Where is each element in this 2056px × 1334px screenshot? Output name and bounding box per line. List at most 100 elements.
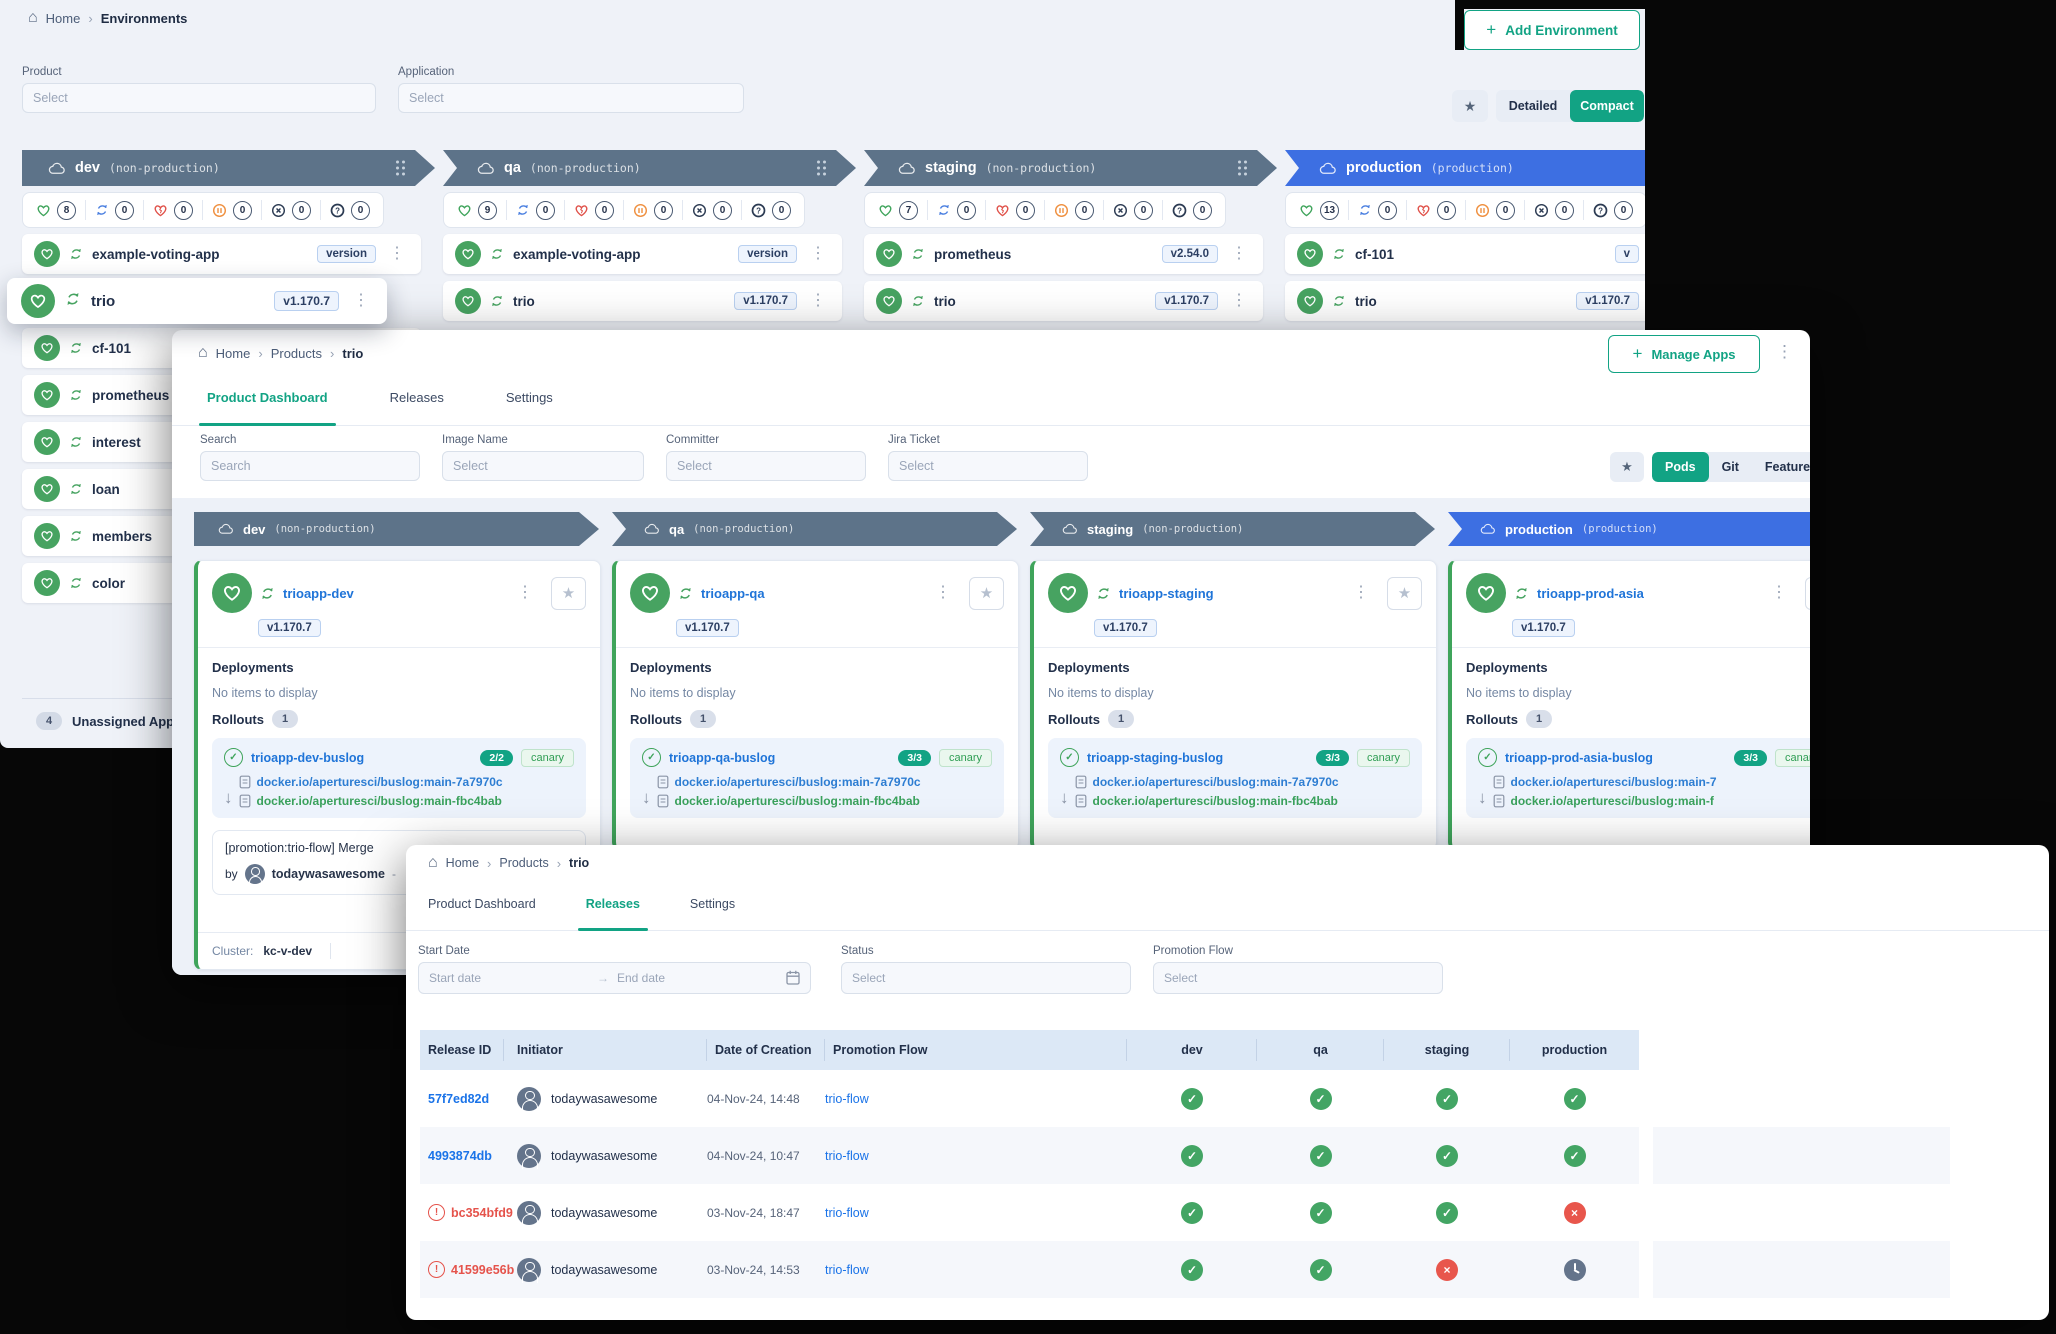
status-chip-suspended[interactable]: 0 xyxy=(623,200,682,220)
image-ref[interactable]: docker.io/aperturesci/buslog:main-7a7970… xyxy=(257,775,503,789)
home-icon[interactable]: ⌂ xyxy=(198,345,208,361)
version-badge[interactable]: v1.170.7 xyxy=(676,619,739,637)
breadcrumb-home[interactable]: Home xyxy=(446,856,479,870)
status-chip-suspended[interactable]: 0 xyxy=(1044,200,1103,220)
version-badge[interactable]: v1.170.7 xyxy=(1576,292,1639,310)
status-success-icon[interactable]: ✓ xyxy=(1564,1145,1586,1167)
status-chip-degraded[interactable]: 0 xyxy=(985,200,1044,220)
version-badge[interactable]: v xyxy=(1615,245,1639,263)
app-row-cf-101[interactable]: cf-101 v ⋮ xyxy=(1285,234,1645,274)
home-icon[interactable]: ⌂ xyxy=(28,10,38,26)
dragged-app-row[interactable]: trio v1.170.7 ⋮ xyxy=(7,278,387,324)
env-header-staging[interactable]: staging (non-production) xyxy=(1030,512,1435,546)
tab-product-dashboard[interactable]: Product Dashboard xyxy=(428,897,536,930)
kebab-menu-icon[interactable]: ⋮ xyxy=(931,585,955,601)
env-header-dev[interactable]: dev (non-production) xyxy=(194,512,599,546)
kebab-menu-icon[interactable]: ⋮ xyxy=(513,585,537,601)
kebab-menu-icon[interactable]: ⋮ xyxy=(1227,293,1251,309)
view-pods-option[interactable]: Pods xyxy=(1652,452,1709,482)
env-header-staging[interactable]: staging (non-production) xyxy=(864,150,1277,186)
col-initiator[interactable]: Initiator xyxy=(504,1030,707,1070)
status-chip-syncing[interactable]: 0 xyxy=(506,200,564,220)
status-chip-syncing[interactable]: 0 xyxy=(1348,200,1406,220)
promotion-flow-link[interactable]: trio-flow xyxy=(825,1206,1127,1220)
version-badge[interactable]: v1.170.7 xyxy=(274,291,339,311)
table-row[interactable]: ! 41599e56b todaywasawesome 03-Nov-24, 1… xyxy=(420,1241,1950,1298)
drag-handle-icon[interactable] xyxy=(1238,167,1241,170)
breadcrumb-products[interactable]: Products xyxy=(271,346,322,361)
status-chip-failed[interactable]: 0 xyxy=(1524,200,1583,220)
status-chip-syncing[interactable]: 0 xyxy=(927,200,985,220)
tab-releases[interactable]: Releases xyxy=(390,390,444,425)
status-success-icon[interactable]: ✓ xyxy=(1181,1088,1203,1110)
status-pending-icon[interactable] xyxy=(1564,1259,1586,1281)
status-success-icon[interactable]: ✓ xyxy=(1436,1202,1458,1224)
breadcrumb-products[interactable]: Products xyxy=(499,856,548,870)
status-failed-icon[interactable]: × xyxy=(1564,1202,1586,1224)
status-success-icon[interactable]: ✓ xyxy=(1181,1259,1203,1281)
manage-apps-button[interactable]: + Manage Apps xyxy=(1608,335,1760,373)
app-row-trio[interactable]: trio v1.170.7 ⋮ xyxy=(1285,281,1645,321)
status-chip-degraded[interactable]: 0 xyxy=(143,200,202,220)
favorites-star-button[interactable]: ★ xyxy=(1610,452,1644,482)
version-badge[interactable]: v2.54.0 xyxy=(1162,245,1218,263)
status-chip-healthy[interactable]: 7 xyxy=(869,200,927,220)
tab-product-dashboard[interactable]: Product Dashboard xyxy=(207,390,328,425)
image-ref[interactable]: docker.io/aperturesci/buslog:main-f xyxy=(1511,794,1714,808)
favorites-star-button[interactable]: ★ xyxy=(1452,90,1488,122)
app-row-trio[interactable]: trio v1.170.7 ⋮ xyxy=(864,281,1263,321)
breadcrumb-home[interactable]: Home xyxy=(46,11,81,26)
col-date-of-creation[interactable]: Date of Creation xyxy=(707,1030,825,1070)
drag-handle-icon[interactable] xyxy=(396,167,399,170)
view-compact-option[interactable]: Compact xyxy=(1570,90,1644,122)
status-success-icon[interactable]: ✓ xyxy=(1181,1145,1203,1167)
table-row[interactable]: ! bc354bfd9 todaywasawesome 03-Nov-24, 1… xyxy=(420,1184,1950,1241)
env-header-production[interactable]: production (production) xyxy=(1285,150,1645,186)
app-row-prometheus[interactable]: prometheus v2.54.0 ⋮ xyxy=(864,234,1263,274)
status-success-icon[interactable]: ✓ xyxy=(1310,1202,1332,1224)
app-row-trio[interactable]: trio v1.170.7 ⋮ xyxy=(443,281,842,321)
star-button[interactable]: ★ xyxy=(1805,577,1810,610)
version-badge[interactable]: v1.170.7 xyxy=(258,619,321,637)
tab-releases[interactable]: Releases xyxy=(586,897,640,930)
col-dev[interactable]: dev xyxy=(1127,1030,1257,1070)
app-link[interactable]: trioapp-qa xyxy=(701,586,765,601)
status-success-icon[interactable]: ✓ xyxy=(1181,1202,1203,1224)
release-id-link[interactable]: ! 41599e56b xyxy=(420,1261,504,1278)
kebab-menu-icon[interactable]: ⋮ xyxy=(806,293,830,309)
status-chip-unknown[interactable]: ?0 xyxy=(320,200,379,220)
version-badge[interactable]: version xyxy=(317,245,376,263)
version-badge[interactable]: v1.170.7 xyxy=(1155,292,1218,310)
env-header-dev[interactable]: dev (non-production) xyxy=(22,150,435,186)
image-ref[interactable]: docker.io/aperturesci/buslog:main-7a7970… xyxy=(675,775,921,789)
drag-handle-icon[interactable] xyxy=(817,167,820,170)
release-id-link[interactable]: ! bc354bfd9 xyxy=(420,1204,504,1221)
col-production[interactable]: production xyxy=(1510,1030,1639,1070)
status-chip-degraded[interactable]: 0 xyxy=(564,200,623,220)
promotion-flow-link[interactable]: trio-flow xyxy=(825,1149,1127,1163)
kebab-menu-icon[interactable]: ⋮ xyxy=(1767,585,1791,601)
tab-settings[interactable]: Settings xyxy=(506,390,553,425)
app-row-example-voting-app[interactable]: example-voting-app version ⋮ xyxy=(443,234,842,274)
status-success-icon[interactable]: ✓ xyxy=(1436,1145,1458,1167)
rollout-link[interactable]: trioapp-prod-asia-buslog xyxy=(1505,751,1653,765)
image-name-select[interactable]: Select xyxy=(442,451,644,481)
status-success-icon[interactable]: ✓ xyxy=(1310,1088,1332,1110)
col-qa[interactable]: qa xyxy=(1257,1030,1384,1070)
version-badge[interactable]: v1.170.7 xyxy=(1094,619,1157,637)
kebab-menu-icon[interactable]: ⋮ xyxy=(385,246,409,262)
table-row[interactable]: 4993874db todaywasawesome 04-Nov-24, 10:… xyxy=(420,1127,1950,1184)
promotion-flow-select[interactable]: Select xyxy=(1153,962,1443,994)
release-id-link[interactable]: 57f7ed82d xyxy=(420,1092,504,1106)
env-header-qa[interactable]: qa (non-production) xyxy=(443,150,856,186)
status-chip-healthy[interactable]: 9 xyxy=(448,200,506,220)
status-chip-unknown[interactable]: ?0 xyxy=(1162,200,1221,220)
kebab-menu-icon[interactable]: ⋮ xyxy=(1227,246,1251,262)
status-chip-syncing[interactable]: 0 xyxy=(85,200,143,220)
status-chip-degraded[interactable]: 0 xyxy=(1406,200,1465,220)
view-git-option[interactable]: Git xyxy=(1709,452,1752,482)
image-ref[interactable]: docker.io/aperturesci/buslog:main-fbc4ba… xyxy=(257,794,502,808)
add-environment-button[interactable]: + Add Environment xyxy=(1464,10,1640,50)
rollout-link[interactable]: trioapp-qa-buslog xyxy=(669,751,775,765)
application-select[interactable]: Select xyxy=(398,83,744,113)
